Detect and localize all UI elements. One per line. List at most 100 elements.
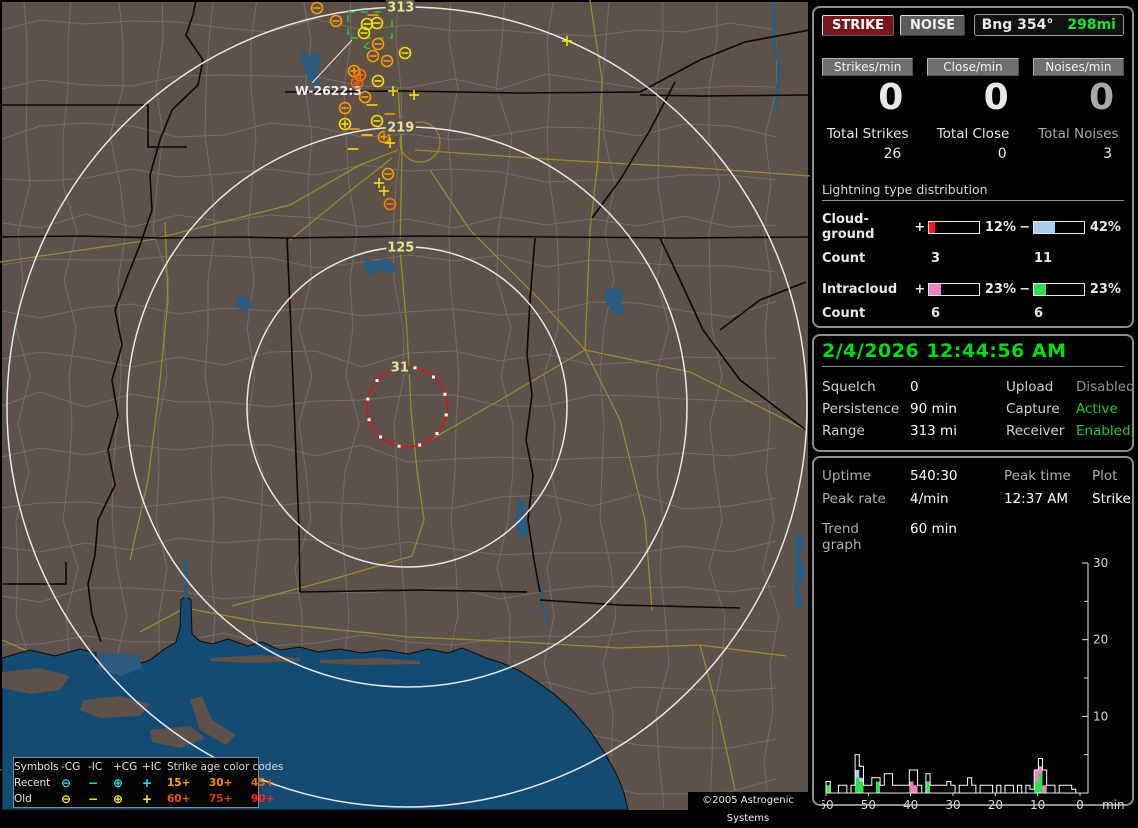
strike-stats-panel: STRIKE NOISE Bng 354° 298mi Strikes/min …: [812, 6, 1134, 328]
minus-sign: −: [1019, 219, 1031, 235]
distribution-title: Lightning type distribution: [822, 182, 1124, 201]
intracloud-count-row: Count 6 6: [822, 306, 1124, 321]
peak-rate-value: 4/min: [910, 491, 949, 507]
recent-pos-cg-icon: ⊕: [113, 776, 124, 790]
total-close-value: 0: [997, 146, 1007, 162]
y-tick-label: 30: [1093, 556, 1108, 570]
recent-neg-ic-icon: −: [88, 776, 99, 790]
total-noises-label: Total Noises: [1038, 126, 1119, 142]
total-strikes-value: 26: [883, 146, 902, 162]
capture-status: Active: [1076, 401, 1118, 417]
range-value: 313 mi: [910, 423, 957, 439]
close-per-min-chip[interactable]: Close/min: [927, 58, 1019, 76]
plus-sign: +: [914, 219, 926, 235]
y-tick-label: 10: [1093, 709, 1108, 723]
close-ring-dot: [366, 397, 370, 401]
age-30: 30+: [209, 777, 233, 789]
old-pos-cg-icon: ⊕: [113, 792, 124, 806]
old-pos-ic-icon: +: [142, 792, 153, 806]
strike-toggle-button[interactable]: STRIKE: [822, 14, 895, 36]
ic-minus-pct: 23%: [1089, 282, 1121, 297]
recent-pos-ic-icon: +: [142, 776, 153, 790]
close-ring-dot: [367, 418, 371, 422]
squelch-label: Squelch: [822, 379, 876, 395]
age-60: 60+: [167, 793, 191, 805]
legend-header-symbols: Symbols: [14, 761, 59, 773]
old-neg-ic-icon: −: [88, 792, 99, 806]
distance-value: 298mi: [1067, 17, 1116, 33]
ic-count-label: Count: [822, 306, 866, 321]
lightning-map[interactable]: W-2622:3 313 219 125 31 Symbols -CG -IC +CG …: [0, 0, 810, 824]
cloud-ground-label: Cloud-ground: [822, 212, 875, 242]
legend-header-ncg: -CG: [61, 761, 81, 773]
trend-graph-label: Trend graph: [822, 521, 862, 553]
cloud-ground-row: Cloud-ground + 12% − 42%: [822, 212, 1124, 242]
legend-row-old-label: Old: [14, 793, 32, 805]
plot-label: Plot: [1092, 468, 1118, 484]
squelch-value: 0: [910, 379, 919, 395]
age-15: 15+: [167, 777, 191, 789]
ic-plus-pct: 23%: [984, 282, 1016, 297]
cg-plus-count: 3: [931, 251, 941, 266]
noise-toggle-button[interactable]: NOISE: [900, 14, 966, 36]
close-ring-dot: [418, 443, 422, 447]
legend-row-recent-label: Recent: [14, 777, 51, 789]
trend-graph: 10 20 30 60 50 40 30 20 10 0 min: [818, 556, 1124, 812]
ic-minus-count: 6: [1034, 306, 1044, 321]
plus-sign: +: [914, 282, 926, 297]
peak-rate-label: Peak rate: [822, 491, 886, 507]
recent-neg-cg-icon: ⊖: [61, 776, 72, 790]
close-ring-dot: [397, 444, 401, 448]
range-label: Range: [822, 423, 865, 439]
state-border-9: [639, 94, 810, 97]
close-ring-dot: [444, 413, 448, 417]
receiver-label: Receiver: [1006, 423, 1065, 439]
bearing-readout: Bng 354° 298mi: [973, 14, 1124, 36]
cg-count-label: Count: [822, 251, 866, 266]
close-ring-dot: [443, 392, 447, 396]
strikes-per-min-chip[interactable]: Strikes/min: [822, 58, 914, 76]
age-45: 45+: [251, 777, 275, 789]
close-ring-dot: [435, 431, 439, 435]
x-tick-label: 60: [822, 798, 834, 812]
cg-plus-bar: [928, 220, 980, 234]
receiver-status: Enabled: [1076, 423, 1131, 439]
persistence-label: Persistence: [822, 401, 900, 417]
intracloud-label: Intracloud: [822, 282, 898, 297]
noises-per-min-chip[interactable]: Noises/min: [1032, 58, 1124, 76]
legend-header-pcg: +CG: [113, 761, 138, 773]
close-ring-dot: [379, 435, 383, 439]
x-tick-label: 20: [988, 798, 1003, 812]
close-ring-dot: [431, 375, 435, 379]
uptime-value: 540:30: [910, 468, 958, 484]
x-tick-label: 50: [861, 798, 876, 812]
x-tick-label: 10: [1030, 798, 1045, 812]
status-panel: 2/4/2026 12:44:56 AM Squelch 0 Upload Di…: [812, 334, 1135, 452]
cloud-ground-count-row: Count 3 11: [822, 251, 1124, 266]
trend-window-value: 60 min: [910, 521, 957, 537]
legend-age-title: Strike age color codes: [167, 761, 284, 773]
cg-minus-count: 11: [1034, 251, 1053, 266]
close-ring-dot: [413, 366, 417, 370]
x-axis-unit: min: [1102, 798, 1124, 812]
peak-time-label: Peak time: [1004, 468, 1071, 484]
ic-plus-count: 6: [931, 306, 941, 321]
cg-minus-bar: [1033, 220, 1085, 234]
age-75: 75+: [209, 793, 233, 805]
peak-time-value: 12:37 AM: [1004, 491, 1069, 507]
age-90: 90+: [251, 793, 275, 805]
bearing-value: Bng 354°: [981, 17, 1054, 33]
ring-label-219: 219: [387, 121, 414, 136]
x-tick-label: 40: [903, 798, 918, 812]
plot-mode-value: Strike: [1092, 491, 1131, 507]
strikes-per-min-value: 0: [878, 77, 904, 118]
app-window: { "header": {"strike_btn":"STRIKE","nois…: [0, 0, 1138, 824]
noises-per-min-value: 0: [1088, 77, 1114, 118]
upload-status: Disabled: [1076, 379, 1135, 395]
trend-panel: Uptime 540:30 Peak time Plot Peak rate 4…: [812, 456, 1134, 812]
legend-header-nic: -IC: [88, 761, 103, 773]
legend-header-pic: +IC: [142, 761, 162, 773]
close-per-min-value: 0: [983, 77, 1009, 118]
map-canvas: W-2622:331321912531: [0, 0, 810, 811]
cg-plus-pct: 12%: [984, 219, 1016, 235]
